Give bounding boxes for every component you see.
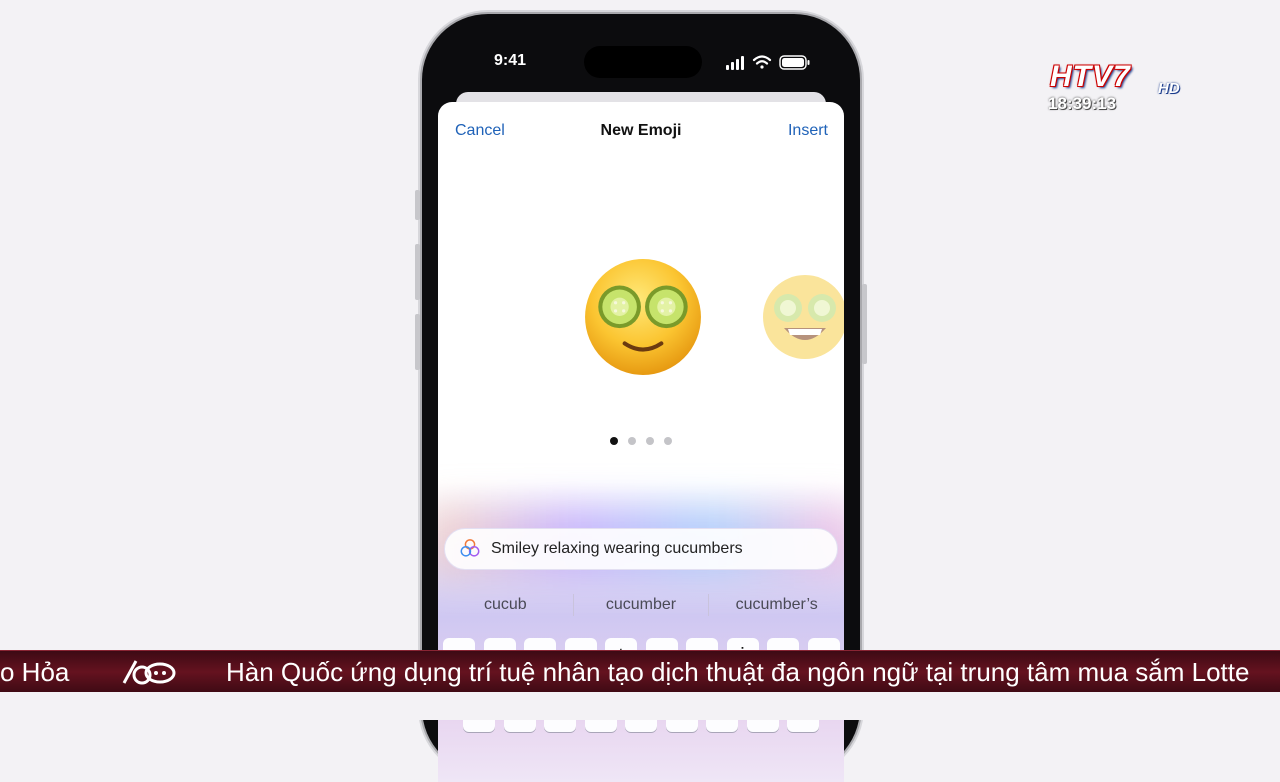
variant-page-indicator[interactable] (438, 432, 844, 450)
cellular-signal-icon (726, 56, 744, 70)
page-dot-1[interactable] (610, 437, 618, 445)
news-ticker: o Hỏa Hàn Quốc ứng dụng trí tuệ nhân tạo… (0, 650, 1280, 693)
volume-up-button (415, 244, 420, 300)
battery-icon (779, 55, 810, 70)
dynamic-island (584, 46, 702, 78)
volume-down-button (415, 314, 420, 370)
broadcast-logo: HTV7 HD 18:39:13 (1046, 58, 1196, 116)
ticker-previous-headline: o Hỏa (0, 657, 70, 687)
broadcast-clock: 18:39:13 (1048, 94, 1117, 113)
insert-button[interactable]: Insert (788, 122, 828, 140)
page-dot-2[interactable] (628, 437, 636, 445)
wifi-icon (752, 55, 772, 69)
page-dot-3[interactable] (646, 437, 654, 445)
autocorrect-suggestions: cucub cucumber cucumber’s (438, 592, 844, 618)
status-time: 9:41 (494, 52, 527, 69)
status-bar: 9:41 (422, 14, 860, 94)
suggestion-2[interactable]: cucumber (574, 592, 709, 618)
cucumber-slice-right-icon (645, 285, 688, 329)
keyboard-area: Smiley relaxing wearing cucumbers cucub … (438, 482, 844, 782)
action-button (415, 190, 420, 220)
hd-badge: HD (1158, 80, 1180, 97)
power-button (862, 284, 867, 364)
emoji-prompt-input[interactable]: Smiley relaxing wearing cucumbers (444, 528, 838, 570)
suggestion-1[interactable]: cucub (438, 592, 573, 618)
emoji-variant-preview[interactable] (760, 272, 844, 362)
channel-brand: HTV7 (1050, 60, 1131, 93)
suggestion-3[interactable]: cucumber’s (709, 592, 844, 618)
page-dot-4[interactable] (664, 437, 672, 445)
generated-emoji-cucumber-face[interactable] (582, 256, 704, 378)
sheet-title: New Emoji (600, 122, 682, 139)
channel-emblem-icon (122, 660, 176, 685)
ticker-headline: Hàn Quốc ứng dụng trí tuệ nhân tạo dịch … (226, 657, 1250, 687)
cucumber-slice-left-icon (598, 285, 641, 329)
status-icons (726, 55, 810, 70)
genmoji-sparkle-icon (460, 539, 480, 557)
prompt-text: Smiley relaxing wearing cucumbers (491, 540, 743, 557)
bottom-band (0, 692, 1280, 720)
